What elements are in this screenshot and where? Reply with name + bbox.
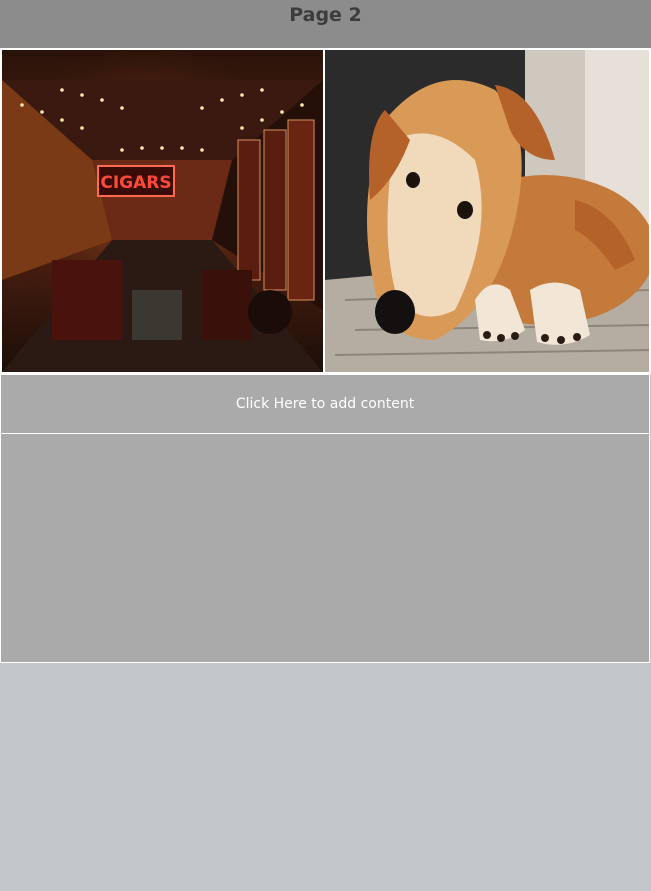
content-area[interactable] [0,434,650,663]
add-content-label: Click Here to add content [235,396,415,412]
cigar-lounge-image[interactable]: CIGARS [2,50,323,372]
image-gallery: CIGARS [0,48,651,374]
page-header: Page 2 [0,0,651,48]
dog-illustration [325,50,649,372]
dog-image[interactable] [325,50,649,372]
page-title: Page 2 [289,4,362,26]
cigar-lounge-illustration: CIGARS [2,50,323,372]
cigars-neon-sign: CIGARS [100,173,171,193]
add-content-button[interactable]: Click Here to add content [0,374,650,434]
